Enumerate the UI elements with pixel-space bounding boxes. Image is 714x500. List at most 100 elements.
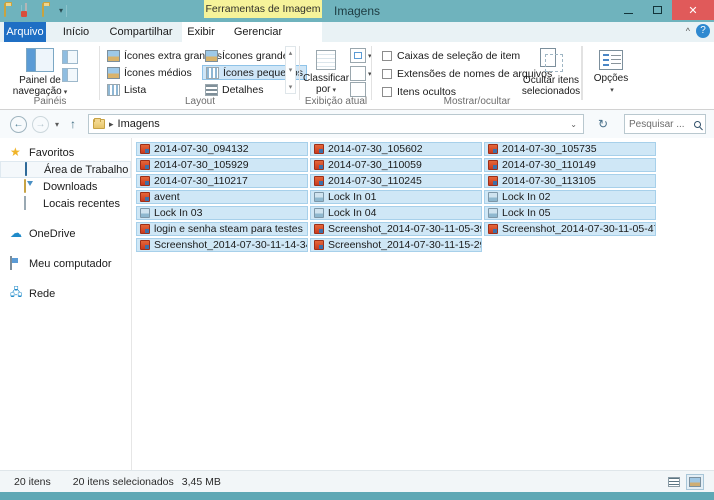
file-item[interactable]: Lock In 02 [484, 190, 656, 204]
gallery-scroll-up-icon[interactable]: ▴ [289, 49, 293, 57]
tab-share[interactable]: Compartilhar [104, 22, 178, 42]
size-column-button[interactable]: ▾ [350, 66, 372, 81]
file-item[interactable]: 2014-07-30_105929 [136, 158, 308, 172]
details-pane-icon [62, 68, 78, 82]
layout-gallery-scrollbar[interactable]: ▴ ▾ ▾ [285, 46, 296, 94]
file-name: 2014-07-30_113105 [502, 175, 596, 187]
file-item[interactable]: Screenshot_2014-07-30-11-14-34 [136, 238, 308, 252]
tab-view[interactable]: Exibir [182, 22, 220, 42]
add-columns-button[interactable]: ▾ [350, 48, 372, 63]
file-list-pane[interactable]: 2014-07-30_094132 2014-07-30_105929 2014… [132, 138, 714, 470]
file-item[interactable]: 2014-07-30_105602 [310, 142, 482, 156]
up-button[interactable]: ↑ [70, 117, 76, 131]
picture-file-icon [314, 208, 324, 218]
search-input[interactable]: Pesquisar ... [624, 114, 706, 134]
file-item[interactable]: Screenshot_2014-07-30-11-15-29 [310, 238, 482, 252]
file-item[interactable]: 2014-07-30_110149 [484, 158, 656, 172]
forward-button[interactable]: → [32, 116, 49, 133]
checkbox-item-checkboxes[interactable]: Caixas de seleção de item [382, 50, 520, 62]
breadcrumb[interactable]: ▸ Imagens ⌄ [88, 114, 584, 134]
add-columns-icon [350, 48, 366, 63]
layout-option-list[interactable]: Lista [104, 82, 149, 97]
file-item[interactable]: 2014-07-30_094132 [136, 142, 308, 156]
checkbox-icon[interactable] [382, 51, 392, 61]
file-item[interactable]: Lock In 03 [136, 206, 308, 220]
breadcrumb-current-path[interactable]: Imagens [118, 118, 160, 130]
file-list-columns: 2014-07-30_094132 2014-07-30_105929 2014… [136, 142, 708, 254]
tab-manage[interactable]: Gerenciar [222, 22, 294, 42]
file-name: 2014-07-30_110149 [502, 159, 596, 171]
file-item[interactable]: 2014-07-30_113105 [484, 174, 656, 188]
hide-selected-items-button[interactable]: Ocultar itens selecionados [522, 48, 580, 97]
options-button[interactable]: Opções ▾ [590, 50, 632, 96]
tab-home[interactable]: Início [52, 22, 100, 42]
details-pane-button[interactable] [62, 68, 78, 82]
navigation-pane-button[interactable]: Painel de navegação ▾ [12, 48, 68, 98]
sort-by-label-line2: por [316, 84, 331, 95]
minimize-button[interactable] [614, 0, 643, 20]
refresh-button[interactable]: ↻ [598, 117, 608, 131]
desktop-icon [25, 162, 39, 176]
image-file-icon [314, 160, 324, 170]
downloads-icon [24, 179, 38, 193]
maximize-button[interactable] [643, 0, 672, 20]
file-item[interactable]: Screenshot_2014-07-30-11-05-39 [310, 222, 482, 236]
image-file-icon [488, 144, 498, 154]
size-all-columns-button[interactable] [350, 82, 366, 97]
tab-file[interactable]: Arquivo [4, 22, 46, 42]
file-item[interactable]: avent [136, 190, 308, 204]
file-item[interactable]: 2014-07-30_110217 [136, 174, 308, 188]
gallery-scroll-down-icon[interactable]: ▾ [289, 66, 293, 74]
close-button[interactable]: ✕ [672, 0, 714, 20]
layout-option-large-icons[interactable]: Ícones grandes [202, 48, 297, 63]
maximize-icon [653, 6, 662, 14]
sidebar-item-label: Locais recentes [43, 197, 121, 210]
gallery-expand-icon[interactable]: ▾ [289, 83, 293, 91]
thumbnail-view-button[interactable] [686, 473, 704, 490]
file-item[interactable]: login e senha steam para testes [136, 222, 308, 236]
image-file-icon [140, 176, 150, 186]
file-name: Lock In 01 [328, 191, 377, 203]
image-file-icon [488, 176, 498, 186]
file-item[interactable]: Lock In 05 [484, 206, 656, 220]
sidebar-item-favoritos[interactable]: ★ Favoritos [0, 144, 131, 161]
file-item[interactable]: 2014-07-30_110059 [310, 158, 482, 172]
back-button[interactable]: ← [10, 116, 27, 133]
file-name: Screenshot_2014-07-30-11-15-29 [328, 239, 482, 251]
sidebar-item-meu-computador[interactable]: Meu computador [0, 255, 131, 272]
medium-icons-icon [107, 66, 120, 79]
search-icon[interactable] [694, 120, 701, 128]
file-column-1: 2014-07-30_094132 2014-07-30_105929 2014… [136, 142, 308, 254]
file-item[interactable]: 2014-07-30_105735 [484, 142, 656, 156]
breadcrumb-dropdown-icon[interactable]: ⌄ [570, 120, 579, 129]
sort-by-button[interactable]: Classificar por ▾ [302, 50, 350, 96]
collapse-ribbon-icon[interactable]: ^ [686, 26, 690, 36]
file-item[interactable]: Lock In 01 [310, 190, 482, 204]
sidebar-item-onedrive[interactable]: ☁ OneDrive [0, 225, 131, 242]
sidebar-item-rede[interactable]: 🖧 Rede [0, 285, 131, 302]
contextual-tab-title: Ferramentas de Imagem [204, 0, 322, 18]
picture-file-icon [488, 192, 498, 202]
file-name: 2014-07-30_105602 [328, 143, 423, 155]
file-item[interactable]: Lock In 04 [310, 206, 482, 220]
computer-icon [10, 256, 24, 270]
checkbox-icon[interactable] [382, 69, 392, 79]
window-bottom-edge [0, 492, 714, 500]
file-item[interactable]: 2014-07-30_110245 [310, 174, 482, 188]
help-icon[interactable]: ? [696, 24, 710, 38]
navigation-pane-icon [26, 48, 54, 72]
recent-locations-icon[interactable]: ▾ [55, 120, 59, 129]
sidebar-item-downloads[interactable]: Downloads [0, 178, 131, 195]
search-placeholder: Pesquisar ... [629, 118, 685, 130]
sort-by-label-line1: Classificar [302, 73, 350, 84]
layout-option-details[interactable]: Detalhes [202, 82, 266, 97]
file-item[interactable]: Screenshot_2014-07-30-11-05-47 [484, 222, 656, 236]
show-hide-group-label: Mostrar/ocultar [443, 96, 511, 107]
sidebar-item-locais-recentes[interactable]: Locais recentes [0, 195, 131, 212]
layout-option-medium-icons[interactable]: Ícones médios [104, 65, 195, 80]
preview-pane-button[interactable] [62, 50, 78, 64]
details-view-button[interactable] [665, 474, 683, 490]
sidebar-item-area-de-trabalho[interactable]: Área de Trabalho [0, 161, 131, 178]
